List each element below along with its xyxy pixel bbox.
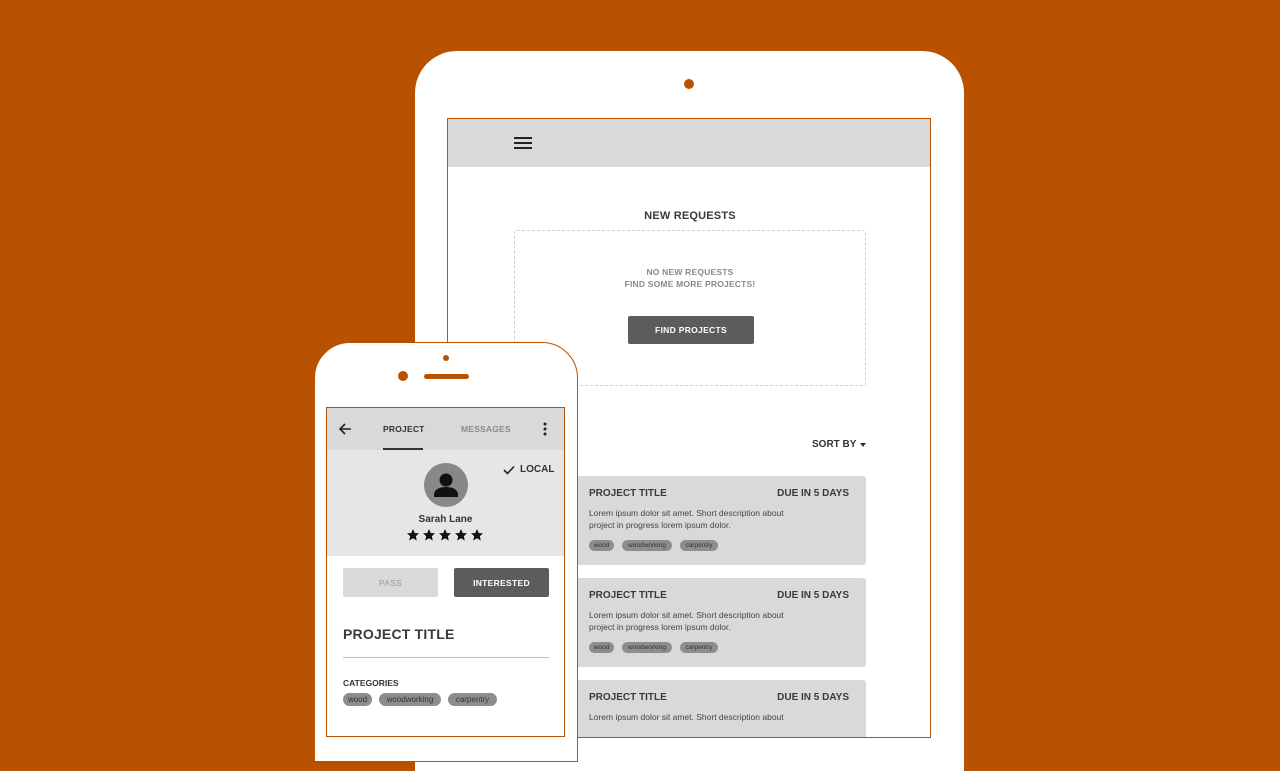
section-title: NEW REQUESTS — [644, 210, 736, 222]
card-title: PROJECT TITLE — [589, 488, 667, 499]
profile-name: Sarah Lane — [418, 514, 473, 525]
star-icon — [407, 529, 419, 541]
tablet-camera — [684, 79, 694, 89]
avatar[interactable] — [424, 463, 468, 507]
card-description: Lorem ipsum dolor sit amet. Short descri… — [589, 711, 809, 723]
interested-button[interactable]: INTERESTED — [454, 568, 549, 597]
tag: woodworking — [622, 642, 672, 653]
profile-header: LOCAL Sarah Lane — [327, 450, 564, 556]
phone-top-bar: PROJECT MESSAGES — [327, 408, 564, 450]
card-description: Lorem ipsum dolor sit amet. Short descri… — [589, 507, 809, 531]
more-vert-icon[interactable] — [543, 422, 547, 436]
divider — [343, 657, 549, 658]
card-due: DUE IN 5 DAYS — [777, 692, 849, 703]
tag: carpentry — [680, 540, 718, 551]
card-description-line: Lorem ipsum dolor sit amet. Short descri… — [589, 610, 784, 620]
person-icon — [434, 473, 458, 497]
arrow-back-icon[interactable] — [338, 422, 352, 436]
card-due: DUE IN 5 DAYS — [777, 488, 849, 499]
phone-sensor — [443, 355, 449, 361]
tag: woodworking — [622, 540, 672, 551]
star-icon — [471, 529, 483, 541]
tag: wood — [589, 540, 614, 551]
tag: carpentry — [680, 642, 718, 653]
card-description: Lorem ipsum dolor sit amet. Short descri… — [589, 609, 809, 633]
card-description-line: Lorem ipsum dolor sit amet. Short descri… — [589, 712, 784, 722]
tablet-top-bar — [448, 119, 930, 167]
hamburger-icon[interactable] — [514, 137, 532, 150]
card-description-line: project in progress lorem ipsum dolor. — [589, 622, 731, 632]
empty-state-line-2: FIND SOME MORE PROJECTS! — [624, 279, 756, 289]
category-tag: woodworking — [379, 693, 441, 706]
card-due: DUE IN 5 DAYS — [777, 590, 849, 601]
phone-screen: PROJECT MESSAGES LOCAL Sarah Lane PASS I… — [326, 407, 565, 737]
category-tag: wood — [343, 693, 372, 706]
pass-button[interactable]: PASS — [343, 568, 438, 597]
phone-camera — [398, 371, 408, 381]
tab-project[interactable]: PROJECT — [383, 424, 425, 434]
tab-messages[interactable]: MESSAGES — [461, 424, 511, 434]
category-tag: carpentry — [448, 693, 497, 706]
star-icon — [423, 529, 435, 541]
card-description-line: Lorem ipsum dolor sit amet. Short descri… — [589, 508, 784, 518]
categories-label: CATEGORIES — [343, 678, 399, 688]
card-title: PROJECT TITLE — [589, 692, 667, 703]
check-icon — [503, 465, 515, 475]
phone-speaker — [424, 374, 469, 379]
empty-state-line-1: NO NEW REQUESTS — [646, 267, 734, 277]
project-title: PROJECT TITLE — [343, 626, 455, 642]
local-badge: LOCAL — [520, 464, 555, 475]
tag: wood — [589, 642, 614, 653]
card-title: PROJECT TITLE — [589, 590, 667, 601]
find-projects-button[interactable]: FIND PROJECTS — [628, 316, 754, 344]
star-icon — [455, 529, 467, 541]
star-icon — [439, 529, 451, 541]
caret-down-icon[interactable] — [860, 443, 866, 447]
star-rating — [407, 529, 483, 541]
sort-by-dropdown[interactable]: SORT BY — [812, 439, 856, 450]
card-description-line: project in progress lorem ipsum dolor. — [589, 520, 731, 530]
